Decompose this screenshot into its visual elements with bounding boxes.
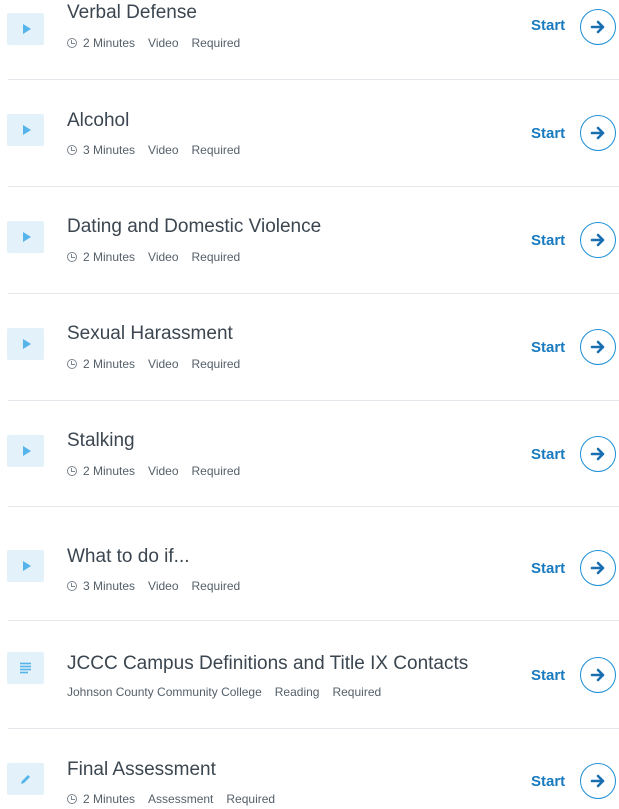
- start-link[interactable]: Start: [531, 667, 565, 684]
- play-icon: [7, 221, 44, 253]
- start-link[interactable]: Start: [531, 125, 565, 142]
- play-icon: [7, 13, 44, 45]
- list-item: Stalking 2 Minutes Video Required Start: [0, 401, 619, 507]
- item-title: Stalking: [67, 430, 135, 451]
- item-title: Sexual Harassment: [67, 323, 233, 344]
- start-button[interactable]: [580, 115, 616, 151]
- item-meta: 2 Minutes Video Required: [67, 356, 253, 372]
- list-item: JCCC Campus Definitions and Title IX Con…: [0, 621, 619, 727]
- item-title: Dating and Domestic Violence: [67, 216, 322, 237]
- arrow-right-icon: [590, 447, 605, 461]
- item-meta: 2 Minutes Video Required: [67, 35, 253, 51]
- item-meta: 3 Minutes Video Required: [67, 578, 253, 594]
- arrow-right-icon: [590, 561, 605, 575]
- item-meta: 2 Minutes Video Required: [67, 249, 253, 265]
- clock-icon: [67, 581, 77, 591]
- list-item: Sexual Harassment 2 Minutes Video Required…: [0, 294, 619, 400]
- list-item: Final Assessment 2 Minutes Assessment Requ…: [0, 729, 619, 809]
- arrow-right-icon: [590, 20, 605, 34]
- clock-icon: [67, 145, 77, 155]
- clock-icon: [67, 466, 77, 476]
- clock-icon: [67, 794, 77, 804]
- arrow-right-icon: [590, 774, 605, 788]
- item-meta: 2 Minutes Assessment Required: [67, 791, 288, 807]
- arrow-right-icon: [590, 340, 605, 354]
- list-item: Verbal Defense 2 Minutes Video Required St…: [0, 0, 619, 77]
- text-lines-icon: [7, 652, 44, 684]
- list-item: Alcohol 3 Minutes Video Required Start: [0, 80, 619, 186]
- start-button[interactable]: [580, 763, 616, 799]
- start-link[interactable]: Start: [531, 339, 565, 356]
- clock-icon: [67, 38, 77, 48]
- start-link[interactable]: Start: [531, 560, 565, 577]
- pencil-icon: [7, 763, 44, 795]
- module-list: Verbal Defense 2 Minutes Video Required St…: [0, 0, 619, 809]
- item-title: JCCC Campus Definitions and Title IX Con…: [67, 653, 469, 674]
- item-title: Verbal Defense: [67, 2, 197, 23]
- start-button[interactable]: [580, 222, 616, 258]
- item-meta: 3 Minutes Video Required: [67, 142, 253, 158]
- start-button[interactable]: [580, 329, 616, 365]
- play-icon: [7, 550, 44, 582]
- arrow-right-icon: [590, 233, 605, 247]
- clock-icon: [67, 359, 77, 369]
- arrow-right-icon: [590, 668, 605, 682]
- start-button[interactable]: [580, 436, 616, 472]
- item-title: What to do if...: [67, 546, 190, 567]
- item-meta: Johnson County Community College Reading R…: [67, 685, 382, 699]
- start-link[interactable]: Start: [531, 446, 565, 463]
- item-title: Alcohol: [67, 110, 130, 131]
- clock-icon: [67, 252, 77, 262]
- start-link[interactable]: Start: [531, 773, 565, 790]
- item-meta: 2 Minutes Video Required: [67, 463, 253, 479]
- item-title: Final Assessment: [67, 759, 216, 780]
- start-link[interactable]: Start: [531, 17, 565, 34]
- list-item: Dating and Domestic Violence 2 Minutes Vi…: [0, 187, 619, 293]
- start-button[interactable]: [580, 657, 616, 693]
- play-icon: [7, 328, 44, 360]
- start-link[interactable]: Start: [531, 232, 565, 249]
- start-button[interactable]: [580, 9, 616, 45]
- play-icon: [7, 114, 44, 146]
- start-button[interactable]: [580, 550, 616, 586]
- arrow-right-icon: [590, 126, 605, 140]
- play-icon: [7, 435, 44, 467]
- list-item: What to do if... 3 Minutes Video Required …: [0, 507, 619, 613]
